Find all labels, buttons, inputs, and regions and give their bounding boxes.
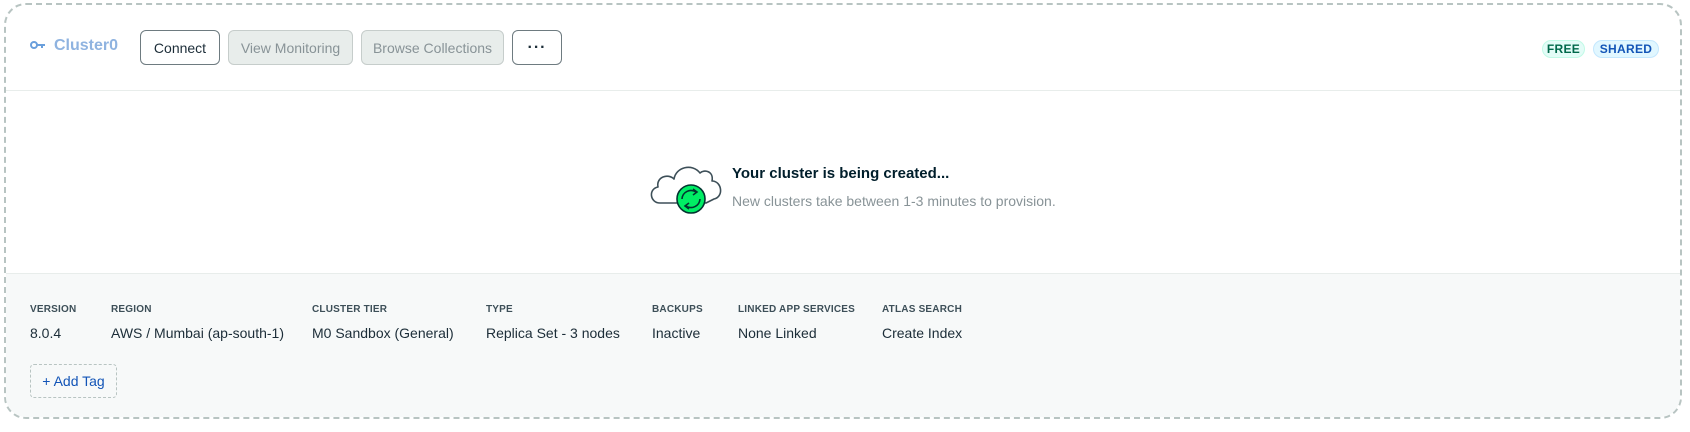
info-type: TYPE Replica Set - 3 nodes: [486, 304, 620, 341]
info-value: Replica Set - 3 nodes: [486, 325, 620, 341]
info-atlas-search: ATLAS SEARCH Create Index: [882, 304, 962, 341]
cluster-header: Cluster0 Connect View Monitoring Browse …: [6, 5, 1680, 91]
info-label: VERSION: [30, 304, 77, 315]
browse-collections-button[interactable]: Browse Collections: [361, 30, 504, 65]
cluster-key-icon: [30, 37, 46, 55]
info-value: M0 Sandbox (General): [312, 325, 454, 341]
info-linked-app-services: LINKED APP SERVICES None Linked: [738, 304, 855, 341]
info-cluster-tier: CLUSTER TIER M0 Sandbox (General): [312, 304, 454, 341]
status-subtitle: New clusters take between 1-3 minutes to…: [732, 193, 1056, 209]
status-title: Your cluster is being created...: [732, 165, 950, 182]
view-monitoring-button[interactable]: View Monitoring: [228, 30, 353, 65]
info-value: None Linked: [738, 325, 817, 341]
cluster-creation-status: Your cluster is being created... New clu…: [646, 159, 1096, 219]
info-value: 8.0.4: [30, 325, 62, 341]
info-label: ATLAS SEARCH: [882, 304, 962, 315]
connect-button[interactable]: Connect: [140, 30, 220, 65]
info-label: CLUSTER TIER: [312, 304, 388, 315]
info-region: REGION AWS / Mumbai (ap-south-1): [111, 304, 284, 341]
add-tag-button[interactable]: + Add Tag: [30, 364, 117, 398]
more-options-button[interactable]: ···: [512, 30, 562, 65]
info-value: Inactive: [652, 325, 701, 341]
shared-badge: SHARED: [1593, 40, 1659, 58]
cluster-info-footer: VERSION 8.0.4 REGION AWS / Mumbai (ap-so…: [6, 273, 1680, 417]
ellipsis-icon: ···: [527, 38, 547, 56]
info-value: AWS / Mumbai (ap-south-1): [111, 325, 284, 341]
cluster-name-link[interactable]: Cluster0: [30, 37, 118, 55]
info-value: Create Index: [882, 325, 963, 341]
info-label: REGION: [111, 304, 152, 315]
cluster-card: Cluster0 Connect View Monitoring Browse …: [4, 3, 1682, 419]
info-label: TYPE: [486, 304, 513, 315]
info-label: LINKED APP SERVICES: [738, 304, 855, 315]
cluster-name-label: Cluster0: [54, 37, 119, 54]
free-badge: FREE: [1542, 40, 1585, 58]
info-label: BACKUPS: [652, 304, 703, 315]
info-backups: BACKUPS Inactive: [652, 304, 703, 341]
cloud-sync-icon: [646, 159, 726, 219]
info-version: VERSION 8.0.4: [30, 304, 76, 341]
